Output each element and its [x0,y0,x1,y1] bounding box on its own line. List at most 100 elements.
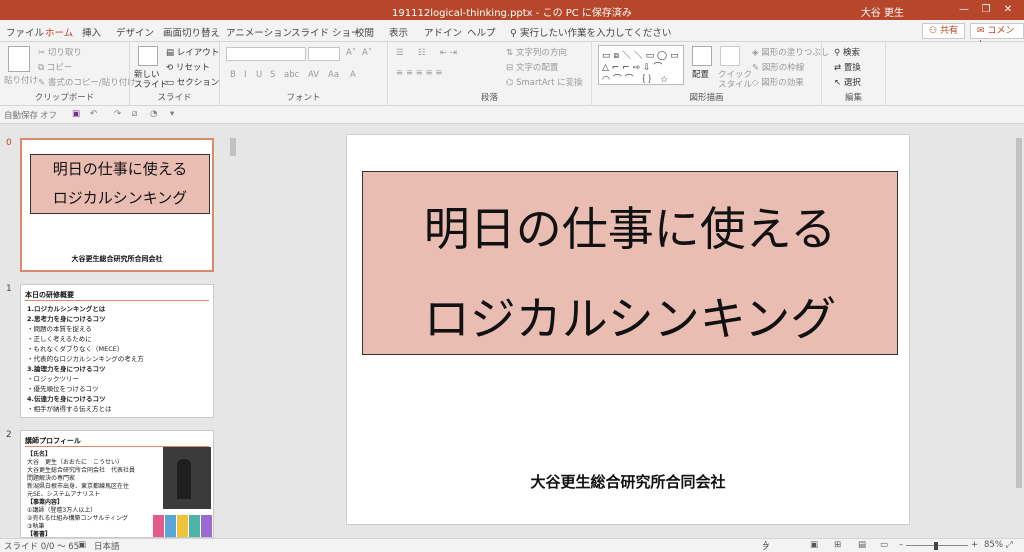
tab-addins[interactable]: アドイン [424,25,462,39]
reset-button[interactable]: ⟲ リセット [166,61,210,73]
tab-view[interactable]: 表示 [389,25,408,39]
spellcheck-icon[interactable]: ▣ [78,540,86,550]
new-slide-icon[interactable] [138,46,158,66]
zoom-level[interactable]: 85% [984,540,1003,550]
arrange-button[interactable]: 配置 [692,68,709,80]
speaker-photo [163,447,211,509]
user-name[interactable]: 大谷 更生 [861,4,904,19]
comment-button[interactable]: ✉ コメント [970,23,1024,50]
autosave-toggle[interactable]: オフ [40,109,57,121]
find-button[interactable]: ⚲ 検索 [834,46,860,58]
numbering-icon[interactable]: ☷ [418,48,426,58]
slide-thumbnail-2[interactable]: 講師プロフィール 【氏名】 大谷 更生（おおたに こうせい） 大谷更生総合研究所… [20,430,214,538]
slide-organization[interactable]: 大谷更生総合研究所合同会社 [347,471,909,492]
scroll-thumb[interactable] [1016,138,1022,488]
reading-view-icon[interactable]: ▤ [858,540,866,550]
font-color-button[interactable]: A [350,70,356,80]
char-spacing-button[interactable]: AV [308,70,319,80]
slide-scrollbar[interactable] [1014,124,1024,538]
search-box[interactable]: ⚲ 実行したい作業を入力してください [510,25,671,39]
copy-button[interactable]: ⧉ コピー [38,61,72,73]
select-label: 選択 [843,78,861,88]
zoom-out-icon[interactable]: – [899,540,903,550]
decrease-font-icon[interactable]: A˅ [362,48,372,58]
shape-outline-button[interactable]: ✎ 図形の枠線 [752,61,804,73]
smartart-label: SmartArt に変換 [516,78,583,88]
current-slide[interactable]: 明日の仕事に使える ロジカルシンキング 大谷更生総合研究所合同会社 [346,134,910,525]
shadow-button[interactable]: abc [284,70,299,80]
tab-transitions[interactable]: 画面切り替え [163,25,220,39]
align-text-button[interactable]: ⊟ 文字の配置 [506,61,558,73]
fit-to-window-icon[interactable]: ⤢ [1006,540,1013,550]
quick-styles-button-label2[interactable]: スタイル [718,78,752,90]
zoom-in-icon[interactable]: + [971,540,978,550]
share-button[interactable]: ⚇ 共有 [922,23,965,39]
customize-icon[interactable]: ▾ [170,109,174,119]
shapes-gallery[interactable]: ▭ ⧈ ＼ ＼ ▭ ◯ ▭ △ ⌐ ⌐ ⇨ ⇩ ⌒ ◠ ⌒ ⌒ ｛ ｝ ☆ [598,45,684,85]
new-slide-button-label2[interactable]: スライド [134,78,168,90]
indent-icon[interactable]: ⇤ ⇥ [440,48,457,58]
restore-button[interactable]: ❐ [976,2,996,18]
drawing-group: ▭ ⧈ ＼ ＼ ▭ ◯ ▭ △ ⌐ ⌐ ⇨ ⇩ ⌒ ◠ ⌒ ⌒ ｛ ｝ ☆ 配置… [592,42,829,106]
language-label[interactable]: 日本語 [94,540,120,552]
thumb-line: ・ロジックツリー [27,375,79,383]
undo-icon[interactable]: ↶ [90,109,97,119]
slide-sorter-icon[interactable]: ⊞ [834,540,841,550]
minimize-button[interactable]: — [954,2,974,18]
italic-button[interactable]: I [244,70,247,80]
tab-home[interactable]: ホーム [42,25,76,44]
slide-thumbnail-0[interactable]: 明日の仕事に使える ロジカルシンキング 大谷更生総合研究所合同会社 [20,138,214,272]
font-name-input[interactable] [226,47,306,61]
bold-button[interactable]: B [230,70,236,80]
section-button[interactable]: ▭ セクション [166,76,219,88]
zoom-slider-knob[interactable] [934,542,938,550]
tab-design[interactable]: デザイン [116,25,154,39]
replace-button[interactable]: ⇄ 置換 [834,61,861,73]
cut-button[interactable]: ✂ 切り取り [38,46,82,58]
thumbnail-pane[interactable]: 0 明日の仕事に使える ロジカルシンキング 大谷更生総合研究所合同会社 1 本日… [0,124,238,538]
section-icon: ▭ [166,78,177,88]
slideshow-icon[interactable]: ▭ [880,540,888,550]
tab-animations[interactable]: アニメーション [226,25,292,39]
text-direction-button[interactable]: ⇅ 文字列の方向 [506,46,567,58]
shape-fill-button[interactable]: ◈ 図形の塗りつぶし [752,46,829,58]
pen-icon: ✎ [752,63,762,73]
thumb-line: ・代表的なロジカルシンキングの考え方 [27,355,144,363]
format-painter-button[interactable]: ✎ 書式のコピー/貼り付け [38,76,136,88]
smartart-button[interactable]: ⌬ SmartArt に変換 [506,76,583,88]
font-group: A˄ A˅ B I U S abc AV Aa A フォント [220,42,388,106]
from-beginning-icon[interactable]: ⧄ [132,109,137,119]
font-size-input[interactable] [308,47,340,61]
status-bar: スライド 0/0 ～ 65 ▣ 日本語 ≙ ノート ▣ ⊞ ▤ ▭ – + 85… [0,538,1024,552]
save-icon[interactable]: ▣ [72,109,80,119]
touch-mode-icon[interactable]: ◔ [150,109,157,119]
slide-title-box[interactable]: 明日の仕事に使える ロジカルシンキング [362,171,898,355]
bullets-icon[interactable]: ☰ [396,48,404,58]
tab-insert[interactable]: 挿入 [82,25,101,39]
change-case-button[interactable]: Aa [328,70,339,80]
shape-effects-button[interactable]: ◇ 図形の効果 [752,76,804,88]
thumbnail-scrollbar[interactable] [228,124,238,538]
align-text-label: 文字の配置 [515,63,559,73]
increase-font-icon[interactable]: A˄ [346,48,356,58]
tab-file[interactable]: ファイル [6,25,44,39]
underline-button[interactable]: U [256,70,262,80]
align-icons[interactable]: ≡ ≡ ≡ ≡ ≡ [396,68,442,78]
select-button[interactable]: ↖ 選択 [834,76,861,88]
tab-help[interactable]: ヘルプ [467,25,496,39]
paste-button[interactable]: 貼り付け [4,74,38,86]
normal-view-icon[interactable]: ▣ [810,540,818,550]
paste-icon[interactable] [8,46,30,72]
tab-review[interactable]: 校閲 [355,25,374,39]
quick-styles-icon[interactable] [720,46,740,66]
redo-icon[interactable]: ↷ [114,109,121,119]
layout-icon: ▤ [166,48,177,58]
layout-button[interactable]: ▤ レイアウト [166,46,219,58]
slide-thumbnail-1[interactable]: 本日の研修概要 1.ロジカルシンキングとは 2.思考力を身につけるコツ ・問題の… [20,284,214,418]
strikethrough-button[interactable]: S [270,70,275,80]
arrange-icon[interactable] [692,46,712,66]
scroll-thumb[interactable] [230,138,236,156]
close-button[interactable]: ✕ [998,2,1018,18]
notes-label: ノート [762,543,771,552]
tab-slideshow[interactable]: スライド ショー [291,25,361,39]
